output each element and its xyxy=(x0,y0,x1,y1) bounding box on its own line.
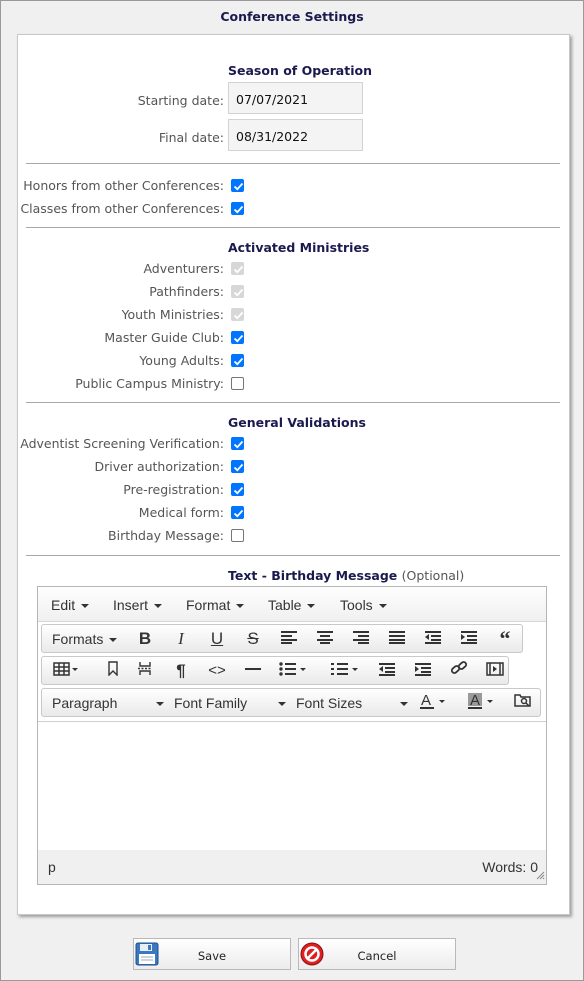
adventurers-checkbox xyxy=(231,262,244,275)
horizontal-rule-icon[interactable] xyxy=(238,660,268,682)
align-left-icon[interactable] xyxy=(274,628,304,650)
season-title: Season of Operation xyxy=(228,63,372,78)
background-color-icon[interactable]: A xyxy=(464,692,500,714)
divider xyxy=(26,163,560,164)
adventurers-label: Adventurers: xyxy=(143,261,224,276)
cancel-button-label: Cancel xyxy=(357,949,397,963)
driver-auth-checkbox[interactable] xyxy=(231,460,244,473)
align-center-icon[interactable] xyxy=(310,628,340,650)
find-replace-icon[interactable] xyxy=(508,692,538,714)
link-icon[interactable] xyxy=(444,660,474,682)
pre-registration-label: Pre-registration: xyxy=(123,482,224,497)
media-icon[interactable] xyxy=(480,660,510,682)
birthday-message-label: Birthday Message: xyxy=(108,528,224,543)
numbered-list-icon[interactable] xyxy=(326,660,364,682)
honors-other-label: Honors from other Conferences: xyxy=(23,178,224,193)
youth-ministries-label: Youth Ministries: xyxy=(121,307,224,322)
save-button[interactable]: Save xyxy=(133,938,291,970)
strikethrough-icon[interactable]: S xyxy=(238,628,268,650)
ministries-title: Activated Ministries xyxy=(228,240,370,255)
bullet-list-icon[interactable] xyxy=(274,660,312,682)
menu-edit[interactable]: Edit xyxy=(51,597,90,613)
driver-auth-label: Driver authorization: xyxy=(94,459,224,474)
young-adults-checkbox[interactable] xyxy=(231,354,244,367)
indent-icon[interactable] xyxy=(454,628,484,650)
word-count: Words: 0 xyxy=(482,859,538,875)
divider xyxy=(26,555,560,556)
public-campus-label: Public Campus Ministry: xyxy=(75,376,224,391)
master-guide-checkbox[interactable] xyxy=(231,331,244,344)
pathfinders-checkbox xyxy=(231,285,244,298)
starting-date-label: Starting date: xyxy=(137,93,224,108)
align-justify-icon[interactable] xyxy=(382,628,412,650)
editor-statusbar: p Words: 0 xyxy=(38,850,546,884)
birthday-message-checkbox[interactable] xyxy=(231,529,244,542)
medical-form-checkbox[interactable] xyxy=(231,506,244,519)
screening-label: Adventist Screening Verification: xyxy=(20,436,224,451)
dialog-title: Conference Settings xyxy=(220,9,364,24)
rich-text-editor: Edit Insert Format Table Tools Formats B… xyxy=(37,586,547,885)
starting-date-input[interactable]: 07/07/2021 xyxy=(228,82,363,114)
cancel-button[interactable]: Cancel xyxy=(298,938,456,970)
public-campus-checkbox[interactable] xyxy=(231,377,244,390)
divider xyxy=(26,402,560,403)
master-guide-label: Master Guide Club: xyxy=(104,330,224,345)
increase-indent-icon[interactable] xyxy=(408,660,438,682)
element-path[interactable]: p xyxy=(48,859,56,875)
menu-tools[interactable]: Tools xyxy=(340,597,387,613)
menu-insert[interactable]: Insert xyxy=(113,597,163,613)
medical-form-label: Medical form: xyxy=(138,505,224,520)
pathfinders-label: Pathfinders: xyxy=(149,284,224,299)
optional-note: (Optional) xyxy=(401,568,465,583)
classes-other-checkbox[interactable] xyxy=(231,202,244,215)
formats-dropdown[interactable]: Formats xyxy=(52,631,118,647)
menu-table[interactable]: Table xyxy=(268,597,316,613)
pilcrow-icon[interactable]: ¶ xyxy=(166,660,196,682)
source-code-icon[interactable]: <> xyxy=(202,660,232,682)
svg-text:A: A xyxy=(421,692,431,709)
bold-icon[interactable]: B xyxy=(130,628,160,650)
screening-checkbox[interactable] xyxy=(231,437,244,450)
divider xyxy=(26,227,560,228)
page-break-icon[interactable] xyxy=(130,660,160,682)
underline-icon[interactable]: U xyxy=(202,628,232,650)
font-family-dropdown[interactable]: Font Family xyxy=(174,695,286,711)
table-icon[interactable] xyxy=(48,660,84,682)
text-color-icon[interactable]: A xyxy=(416,692,452,714)
honors-other-checkbox[interactable] xyxy=(231,179,244,192)
editor-menubar: Edit Insert Format Table Tools xyxy=(38,587,546,622)
final-date-input[interactable]: 08/31/2022 xyxy=(228,119,363,151)
font-sizes-dropdown[interactable]: Font Sizes xyxy=(296,695,408,711)
blockquote-icon[interactable]: “ xyxy=(490,628,520,650)
bookmark-icon[interactable] xyxy=(98,660,128,682)
toolbar-row-3: Paragraph Font Family Font Sizes A A xyxy=(41,688,541,717)
editor-content-area[interactable] xyxy=(38,721,546,851)
settings-panel: Season of Operation Starting date: 07/07… xyxy=(17,34,570,915)
youth-ministries-checkbox xyxy=(231,308,244,321)
birthday-text-title: Text - Birthday Message (Optional) xyxy=(228,568,464,583)
classes-other-label: Classes from other Conferences: xyxy=(20,201,224,216)
birthday-text-title-main: Text - Birthday Message xyxy=(228,568,398,583)
menu-format[interactable]: Format xyxy=(186,597,245,613)
toolbar-row-1: Formats B I U S “ xyxy=(41,624,523,653)
final-date-label: Final date: xyxy=(158,130,224,145)
young-adults-label: Young Adults: xyxy=(139,353,224,368)
toolbar-row-2: ¶ <> xyxy=(41,656,509,685)
italic-icon[interactable]: I xyxy=(166,628,196,650)
decrease-indent-icon[interactable] xyxy=(372,660,402,682)
save-button-label: Save xyxy=(197,949,227,963)
paragraph-dropdown[interactable]: Paragraph xyxy=(52,695,164,711)
pre-registration-checkbox[interactable] xyxy=(231,483,244,496)
svg-text:A: A xyxy=(470,692,480,709)
align-right-icon[interactable] xyxy=(346,628,376,650)
resize-handle-icon[interactable] xyxy=(536,867,545,883)
validations-title: General Validations xyxy=(228,415,366,430)
outdent-icon[interactable] xyxy=(418,628,448,650)
